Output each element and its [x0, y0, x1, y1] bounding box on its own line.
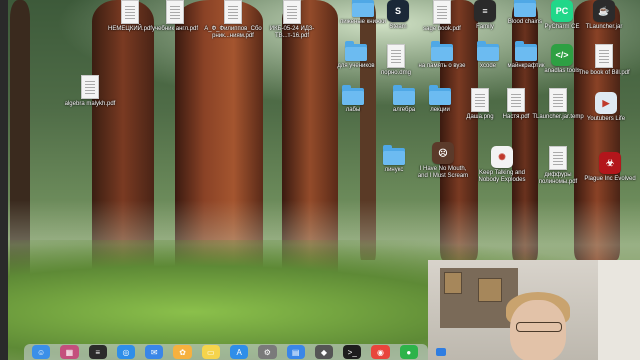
dock-finder-icon[interactable]: ☺: [32, 345, 51, 359]
dock-keynote-icon[interactable]: ▤: [286, 345, 305, 359]
app-icon: ▶: [595, 92, 617, 114]
desktop-icon-label: Youtubers Life: [586, 116, 626, 122]
app-icon: </>: [551, 44, 573, 66]
dock-chrome-icon[interactable]: ◉: [371, 345, 390, 359]
desktop-icon-label: Steam: [389, 24, 407, 30]
document-icon: [121, 0, 139, 24]
webcam-picture-frame: [444, 272, 462, 294]
desktop-icon-label: The book of Bill.pdf: [578, 70, 630, 76]
webcam-door: [598, 260, 640, 360]
desktop-icon-label: Keep Talking and Nobody Explodes: [478, 170, 526, 183]
document-icon: [283, 0, 301, 24]
desktop-icon-label: учебник англ.pdf: [151, 26, 198, 32]
app-icon: PC: [551, 0, 573, 22]
folder-icon: [383, 145, 405, 165]
document-icon: [507, 88, 525, 112]
desktop-icon-youtubers[interactable]: ▶ Youtubers Life: [576, 92, 636, 123]
desktop-icon-label: I Have No Mouth, and I Must Scream: [417, 166, 469, 179]
desktop-icon-filippov[interactable]: А_Ф_Филиппов_Сборник...ниям.pdf: [203, 0, 263, 40]
folder-icon: [342, 85, 364, 105]
desktop-icon-ktne[interactable]: ✺ Keep Talking and Nobody Explodes: [472, 146, 532, 184]
desktop-icon-label: линукс: [384, 167, 404, 173]
window-edge: [0, 0, 8, 360]
dock-facetime-icon[interactable]: ●: [399, 345, 418, 359]
document-icon: [595, 44, 613, 68]
desktop-icon-label: xcode: [479, 63, 496, 69]
document-icon: [433, 0, 451, 24]
webcam-person-glasses: [516, 322, 562, 332]
dock: ☺ ▦ ≡ ◎ ✉ ✿ ▭ A ⚙ ▤ ◆ >_ ◉ ●: [24, 344, 428, 360]
document-icon: [387, 44, 405, 68]
app-icon: ≡: [474, 0, 496, 22]
app-icon: S: [387, 0, 409, 22]
dock-mail-icon[interactable]: ✉: [145, 345, 164, 359]
desktop-icon-label: Plague Inc Evolved: [584, 176, 636, 182]
dock-terminal-icon[interactable]: >_: [343, 345, 362, 359]
document-icon: [224, 0, 242, 24]
document-icon: [166, 0, 184, 24]
desktop-icon-billbook[interactable]: The book of Bill.pdf: [574, 44, 634, 77]
desktop-icon-ihnm[interactable]: ☹ I Have No Mouth, and I Must Scream: [413, 142, 473, 180]
app-icon: ☣: [599, 152, 621, 174]
desktop-icon-label: ИКБ-05-24 ИД3-ТВ...т-16.pdf: [269, 26, 315, 39]
dock-notes-icon[interactable]: ▭: [201, 345, 220, 359]
dock-system-settings-icon[interactable]: ⚙: [258, 345, 277, 359]
desktop-icon-label: лекции: [430, 107, 450, 113]
document-icon: [549, 88, 567, 112]
desktop-icon-label: диффуры полиномы.pdf: [538, 172, 578, 185]
desktop-icon-algebra_m[interactable]: algebra malykh.pdf: [60, 75, 120, 108]
dock-photos-icon[interactable]: ✿: [173, 345, 192, 359]
document-icon: [549, 146, 567, 170]
desktop-icon-uchebnik[interactable]: учебник англ.pdf: [145, 0, 205, 33]
desktop-icon-tlauncher[interactable]: ☕ TLauncher.jar: [574, 0, 634, 31]
folder-icon: [431, 41, 453, 61]
desktop-icon-ikb[interactable]: ИКБ-05-24 ИД3-ТВ...т-16.pdf: [262, 0, 322, 40]
desktop-icon-diffury[interactable]: диффуры полиномы.pdf: [528, 146, 588, 186]
desktop-icon-label: порно.dmg: [381, 70, 411, 76]
camera-icon: [436, 348, 446, 356]
desktop-icon-label: А_Ф_Филиппов_Сборник...ниям.pdf: [204, 26, 262, 39]
webcam-picture-frame: [478, 278, 502, 302]
dock-app-store-icon[interactable]: A: [229, 345, 249, 359]
desktop-icon-plague[interactable]: ☣ Plague Inc Evolved: [580, 152, 640, 183]
desktop-icon-label: Family: [476, 24, 494, 30]
app-icon: ✺: [491, 146, 513, 168]
dock-mission-control-icon[interactable]: ≡: [88, 345, 107, 359]
dock-launcher-icon[interactable]: ◆: [314, 345, 334, 359]
desktop-icon-label: Настя.pdf: [502, 114, 530, 120]
dock-safari-icon[interactable]: ◎: [116, 345, 136, 359]
desktop-icon-label: TLauncher.jar: [585, 24, 623, 30]
webcam-overlay: [428, 260, 640, 360]
desktop-icon-label: algebra malykh.pdf: [64, 101, 116, 107]
desktop-icon-label: лабы: [345, 107, 361, 113]
app-icon: ☹: [432, 142, 454, 164]
document-icon: [81, 75, 99, 99]
app-icon: ☕: [593, 0, 615, 22]
folder-icon: [345, 41, 367, 61]
dock-launchpad-icon[interactable]: ▦: [60, 345, 79, 359]
folder-icon: [429, 85, 451, 105]
